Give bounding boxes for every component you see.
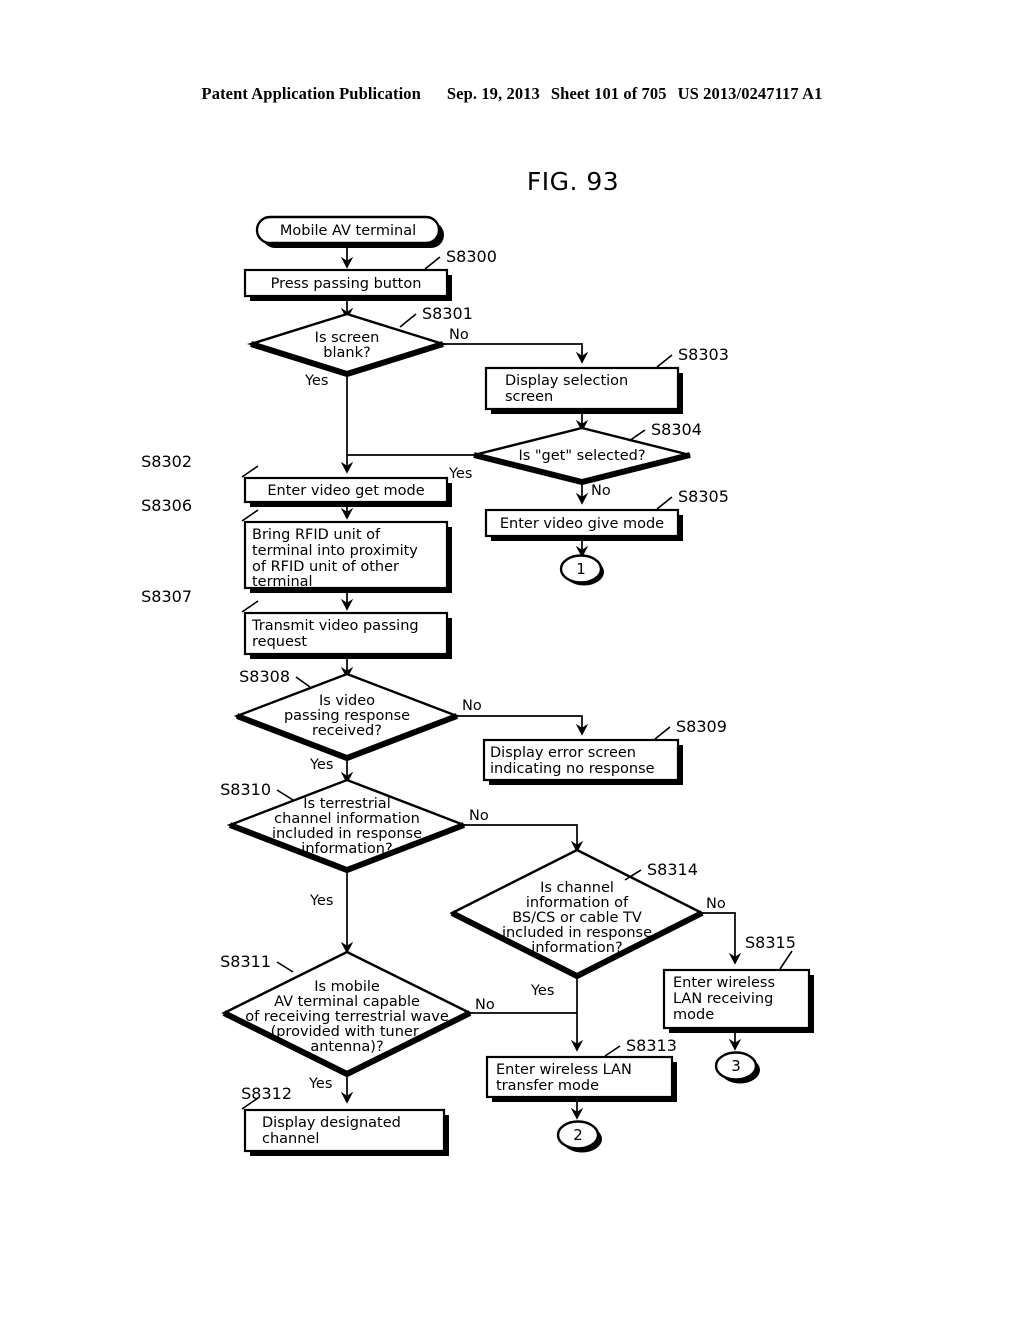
process-s8306-line4: terminal: [252, 574, 313, 590]
branch-s8310-no: No: [469, 808, 489, 824]
branch-s8301-yes: Yes: [304, 373, 328, 389]
step-label-s8310: S8310: [220, 780, 271, 799]
decision-s8308-line1: Is video: [319, 693, 375, 709]
decision-s8311-line3: of receiving terrestrial wave: [245, 1009, 449, 1025]
flowchart: FIG. 93 Mobile AV terminal Press passing…: [141, 167, 814, 1156]
step-label-s8302: S8302: [141, 452, 192, 471]
process-s8306-line2: terminal into proximity: [252, 543, 418, 559]
step-label-s8301: S8301: [422, 304, 473, 323]
process-s8306-line1: Bring RFID unit of: [252, 527, 381, 543]
process-s8309-line2: indicating no response: [490, 761, 655, 777]
decision-s8308-line3: received?: [312, 723, 382, 739]
branch-s8308-yes: Yes: [309, 757, 333, 773]
branch-s8308-no: No: [462, 698, 482, 714]
branch-s8304-no: No: [591, 483, 611, 499]
process-s8312-line2: channel: [262, 1131, 319, 1147]
step-label-s8308: S8308: [239, 667, 290, 686]
decision-s8314-line4: included in response: [502, 925, 652, 941]
edge-s8301-no-to-s8303: [443, 343, 589, 364]
process-s8315-line1: Enter wireless: [673, 975, 775, 991]
process-s8307-line2: request: [252, 634, 307, 650]
branch-s8310-yes: Yes: [309, 893, 333, 909]
branch-s8311-no: No: [475, 997, 495, 1013]
step-label-s8314: S8314: [647, 860, 698, 879]
decision-s8310-line2: channel information: [274, 811, 420, 827]
process-s8313-line1: Enter wireless LAN: [496, 1062, 632, 1078]
step-label-s8307: S8307: [141, 587, 192, 606]
step-label-s8312: S8312: [241, 1084, 292, 1103]
branch-s8314-yes: Yes: [530, 983, 554, 999]
step-label-s8309: S8309: [676, 717, 727, 736]
branch-s8311-yes: Yes: [308, 1076, 332, 1092]
decision-s8301-line2: blank?: [323, 345, 370, 361]
process-s8303-line2: screen: [505, 389, 553, 405]
decision-s8311-line5: antenna)?: [310, 1039, 383, 1055]
step-label-s8305: S8305: [678, 487, 729, 506]
process-s8305-label: Enter video give mode: [500, 516, 664, 532]
decision-s8314-line5: information?: [531, 940, 622, 956]
step-label-s8315: S8315: [745, 933, 796, 952]
process-s8309-line1: Display error screen: [490, 745, 636, 761]
decision-s8314-line1: Is channel: [540, 880, 614, 896]
step-label-s8306: S8306: [141, 496, 192, 515]
decision-s8304-label: Is "get" selected?: [518, 448, 645, 464]
edge-s8314-no-to-s8315: [702, 912, 742, 965]
edge-s8308-no-to-s8309: [457, 715, 589, 736]
process-s8307-line1: Transmit video passing: [251, 618, 419, 634]
branch-s8301-no: No: [449, 327, 469, 343]
decision-s8314-line2: information of: [526, 895, 629, 911]
decision-s8310-line1: Is terrestrial: [303, 796, 390, 812]
branch-s8304-yes: Yes: [448, 466, 472, 482]
decision-s8308-line2: passing response: [284, 708, 410, 724]
patent-page: Patent Application Publication Sep. 19, 2…: [0, 0, 1024, 1320]
process-s8312-line1: Display designated: [262, 1115, 401, 1131]
decision-s8314-line3: BS/CS or cable TV: [512, 910, 642, 926]
process-s8300-label: Press passing button: [271, 276, 422, 292]
process-s8303-line1: Display selection: [505, 373, 628, 389]
terminator-start-label: Mobile AV terminal: [280, 223, 416, 239]
step-label-s8313: S8313: [626, 1036, 677, 1055]
step-label-s8303: S8303: [678, 345, 729, 364]
edge-s8310-no-to-s8314: [464, 824, 584, 853]
process-s8313-line2: transfer mode: [496, 1078, 599, 1094]
step-label-s8311: S8311: [220, 952, 271, 971]
decision-s8310-line4: information?: [301, 841, 392, 857]
process-s8315-line3: mode: [673, 1007, 714, 1023]
step-label-s8304: S8304: [651, 420, 702, 439]
branch-s8314-no: No: [706, 896, 726, 912]
process-s8306-line3: of RFID unit of other: [252, 559, 399, 575]
connector-2-label: 2: [573, 1126, 583, 1144]
figure-title: FIG. 93: [527, 167, 619, 196]
connector-1-label: 1: [576, 560, 586, 578]
decision-s8310-line3: included in response: [272, 826, 422, 842]
connector-3-label: 3: [731, 1057, 741, 1075]
process-s8302-label: Enter video get mode: [267, 483, 424, 499]
decision-s8311-line2: AV terminal capable: [274, 994, 420, 1010]
process-s8315-line2: LAN receiving: [673, 991, 773, 1007]
step-label-s8300: S8300: [446, 247, 497, 266]
decision-s8311-line1: Is mobile: [314, 979, 380, 995]
decision-s8301-line1: Is screen: [315, 330, 380, 346]
decision-s8311-line4: (provided with tuner,: [271, 1024, 424, 1040]
